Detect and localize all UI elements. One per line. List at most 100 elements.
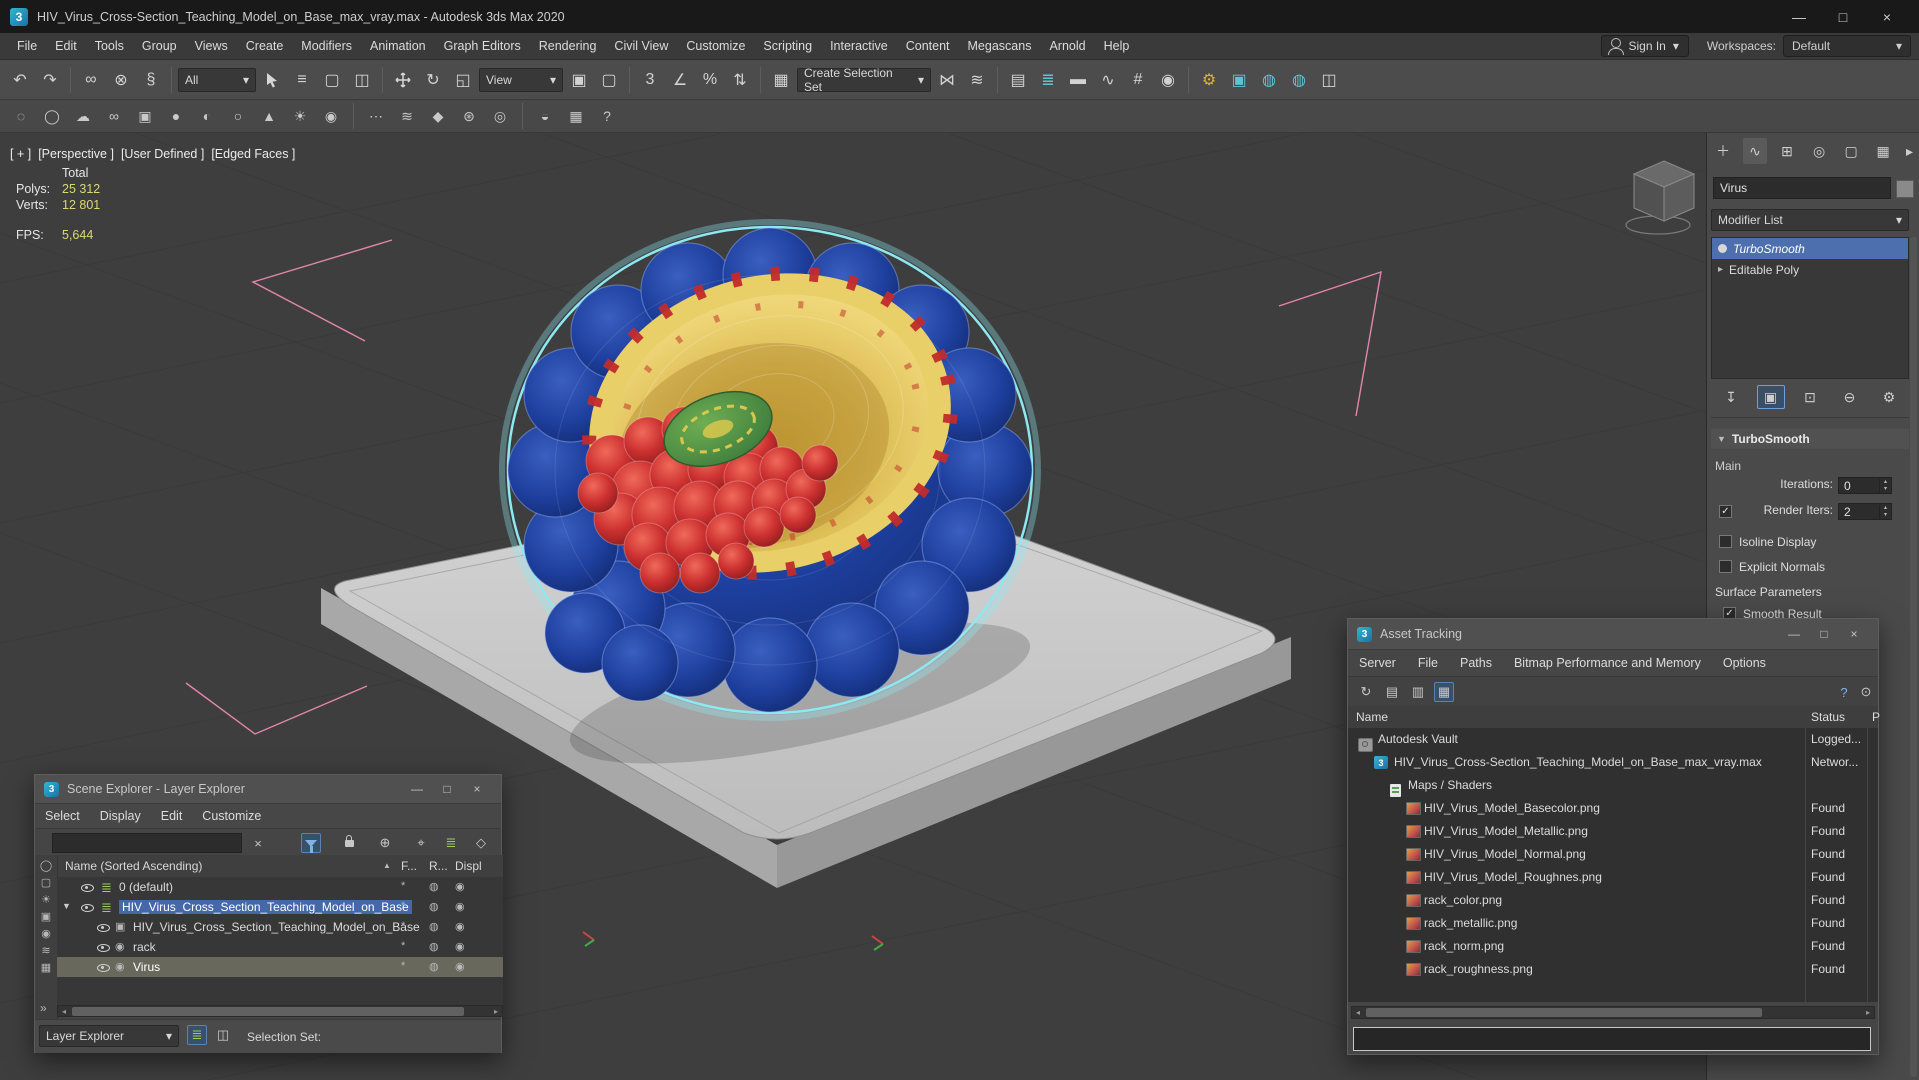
visibility-eye-icon[interactable] [81, 901, 94, 914]
spinner-snap-icon[interactable]: ⇅ [726, 66, 754, 94]
scroll-right-icon[interactable]: ▸ [490, 1006, 502, 1017]
sign-in-button[interactable]: Sign In ▾ [1601, 35, 1689, 57]
cloud-icon[interactable]: ☁ [70, 104, 96, 128]
undo-icon[interactable]: ↶ [6, 66, 34, 94]
object-label[interactable]: HIV_Virus_Cross_Section_Teaching_Model_o… [133, 920, 420, 934]
render-production-icon[interactable]: ◍ [1255, 66, 1283, 94]
select-and-link-icon[interactable]: ∞ [77, 66, 105, 94]
se-menu-customize[interactable]: Customize [192, 809, 271, 823]
menu-create[interactable]: Create [237, 33, 293, 59]
dots-icon[interactable]: ⋯ [363, 104, 389, 128]
render-setup-icon[interactable]: ⚙ [1195, 66, 1223, 94]
curve-editor-icon[interactable]: ∿ [1094, 66, 1122, 94]
toggle-scene-explorer-icon[interactable]: ▤ [1004, 66, 1032, 94]
named-selection-set-select[interactable]: Create Selection Set ▾ [797, 66, 931, 94]
modifier-list-select[interactable]: Modifier List ▾ [1711, 209, 1909, 231]
rendered-frame-window-icon[interactable]: ▣ [1225, 66, 1253, 94]
tab-create[interactable]: ＋ [1711, 138, 1735, 164]
material-editor-icon[interactable]: ◉ [1154, 66, 1182, 94]
select-and-rotate-icon[interactable]: ↻ [419, 66, 447, 94]
modifier-turbosmooth[interactable]: TurboSmooth [1712, 238, 1908, 259]
half-sphere-icon[interactable]: ◐ [194, 104, 220, 128]
make-unique-button[interactable]: ⊡ [1796, 385, 1824, 409]
menu-arnold[interactable]: Arnold [1040, 33, 1094, 59]
asset-row-rack-norm[interactable]: rack_norm.png Found [1348, 935, 1872, 958]
menu-scripting[interactable]: Scripting [754, 33, 821, 59]
tag-icon[interactable]: ◇ [471, 833, 491, 853]
viewport-plus-menu[interactable]: [ + ] [10, 147, 31, 161]
se-menu-edit[interactable]: Edit [151, 809, 193, 823]
object-color-swatch[interactable] [1896, 180, 1914, 198]
asset-row-maxfile[interactable]: 3 HIV_Virus_Cross-Section_Teaching_Model… [1348, 751, 1872, 774]
scrollbar-thumb[interactable] [72, 1007, 464, 1016]
renderable-toggle-icon[interactable]: ◍ [429, 920, 439, 933]
menu-file[interactable]: File [8, 33, 46, 59]
renderable-toggle-icon[interactable]: ◍ [429, 900, 439, 913]
frozen-toggle-icon[interactable]: * [401, 920, 405, 932]
pearl-icon[interactable]: ○ [225, 104, 251, 128]
clear-search-icon[interactable]: × [248, 833, 268, 853]
menu-edit[interactable]: Edit [46, 33, 86, 59]
se-menu-display[interactable]: Display [90, 809, 151, 823]
grid-box-icon[interactable]: ▦ [563, 104, 589, 128]
lasso-icon[interactable]: ◌ [8, 104, 34, 128]
unlink-selection-icon[interactable]: ⊗ [107, 66, 135, 94]
frozen-column-header[interactable]: F... [401, 859, 417, 873]
name-column-header[interactable]: Name [1356, 710, 1388, 724]
toggle-layer-explorer-icon[interactable]: ≣ [1034, 66, 1062, 94]
filter-cameras-icon[interactable]: ▣ [41, 910, 51, 923]
select-and-scale-icon[interactable]: ◱ [449, 66, 477, 94]
menu-help[interactable]: Help [1095, 33, 1139, 59]
tab-motion[interactable]: ◎ [1807, 138, 1831, 164]
asset-row-rack-roughness[interactable]: rack_roughness.png Found [1348, 958, 1872, 981]
asset-row-rack-metallic[interactable]: rack_metallic.png Found [1348, 912, 1872, 935]
pick-object-icon[interactable]: ⌖ [411, 833, 431, 853]
cone-icon[interactable]: ▲ [256, 104, 282, 128]
maximize-button[interactable]: □ [1821, 0, 1865, 33]
scene-explorer-titlebar[interactable]: 3 Scene Explorer - Layer Explorer — □ × [35, 775, 501, 804]
dark-sphere-icon[interactable]: ● [163, 104, 189, 128]
search-input[interactable] [52, 833, 242, 853]
path-column-header[interactable]: P [1872, 710, 1880, 724]
render-column-header[interactable]: R... [429, 859, 448, 873]
menu-modifiers[interactable]: Modifiers [292, 33, 361, 59]
filter-groups-icon[interactable]: ▦ [41, 961, 51, 974]
filter-spacewarps-icon[interactable]: ≋ [41, 944, 50, 957]
refresh-status-icon[interactable]: ↻ [1356, 682, 1376, 702]
object-row-hiv-model[interactable]: ▣ HIV_Virus_Cross_Section_Teaching_Model… [57, 917, 503, 937]
minimize-button[interactable]: — [1779, 622, 1809, 646]
use-selection-center-icon[interactable]: ▢ [595, 66, 623, 94]
at-menu-file[interactable]: File [1407, 656, 1449, 670]
viewport-shading-menu[interactable]: [Edged Faces ] [211, 147, 295, 161]
menu-tools[interactable]: Tools [86, 33, 133, 59]
tab-modify[interactable]: ∿ [1743, 138, 1768, 164]
select-and-move-icon[interactable] [389, 66, 417, 94]
frozen-toggle-icon[interactable]: * [401, 900, 405, 912]
remove-modifier-button[interactable]: ⊖ [1836, 385, 1864, 409]
hierarchy-mode-icon[interactable]: ◫ [213, 1025, 233, 1045]
waves-icon[interactable]: ≋ [394, 104, 420, 128]
use-pivot-center-icon[interactable]: ▣ [565, 66, 593, 94]
at-menu-server[interactable]: Server [1348, 656, 1407, 670]
menu-animation[interactable]: Animation [361, 33, 435, 59]
modifier-editable-poly[interactable]: ▸ Editable Poly [1712, 259, 1908, 280]
close-button[interactable]: × [462, 777, 492, 801]
explicit-normals-checkbox[interactable] [1719, 560, 1732, 573]
panel-icon[interactable]: ▣ [132, 104, 158, 128]
select-by-name-icon[interactable]: ≡ [288, 66, 316, 94]
asset-path-input[interactable] [1353, 1027, 1871, 1051]
options-icon[interactable]: ⊙ [1856, 682, 1876, 702]
filter-funnel-icon[interactable] [301, 833, 321, 853]
visibility-eye-icon[interactable] [97, 961, 110, 974]
scene-explorer-header[interactable]: Name (Sorted Ascending) ▲ F... R... Disp… [57, 855, 503, 878]
selection-filter-select[interactable]: All ▾ [178, 67, 256, 92]
filter-helpers-icon[interactable]: ◉ [41, 927, 51, 940]
layer-row-default[interactable]: ≣ 0 (default) * ◍ ◉ [57, 877, 503, 897]
at-menu-bitmap-performance[interactable]: Bitmap Performance and Memory [1503, 656, 1712, 670]
render-iters-spinner[interactable]: ▴ ▾ [1879, 504, 1891, 519]
display-toggle-icon[interactable]: ◉ [455, 940, 465, 953]
menu-rendering[interactable]: Rendering [530, 33, 606, 59]
display-column-header[interactable]: Displ [455, 859, 482, 873]
iterations-input[interactable]: 0 ▴ ▾ [1838, 477, 1892, 494]
asset-row-basecolor[interactable]: HIV_Virus_Model_Basecolor.png Found [1348, 797, 1872, 820]
